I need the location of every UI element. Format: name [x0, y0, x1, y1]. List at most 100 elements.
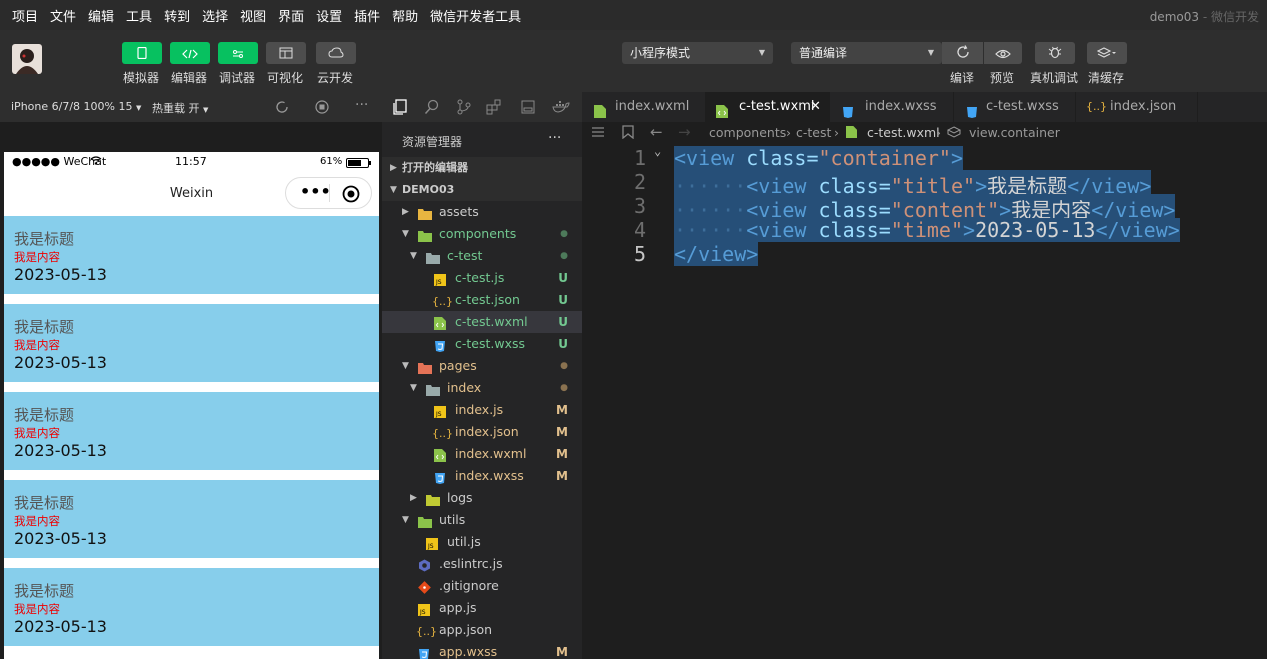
tree-item-app-wxss[interactable]: app.wxss M [382, 641, 582, 659]
tree-item-app-js[interactable]: JS app.js [382, 597, 582, 619]
card-content: 我是内容 [14, 250, 60, 264]
tab-index-json[interactable]: {..} index.json [1076, 92, 1198, 122]
tree-item-components[interactable]: ▼ components ● [382, 223, 582, 245]
chevron-down-icon: ▼ [410, 251, 417, 261]
menu-help[interactable]: 帮助 [386, 6, 424, 25]
menu-interface[interactable]: 界面 [272, 6, 310, 25]
tab-label: index.wxss [865, 99, 937, 114]
line-number: 2 [633, 170, 646, 194]
close-circle-icon[interactable] [342, 185, 360, 207]
tree-item-c-test-js[interactable]: JS c-test.js U [382, 267, 582, 289]
git-branch-icon[interactable] [456, 99, 472, 119]
back-arrow-icon[interactable]: ← [650, 123, 663, 141]
tree-item-assets[interactable]: ▶ assets [382, 201, 582, 223]
menu-goto[interactable]: 转到 [158, 6, 196, 25]
chevron-down-icon: ▼ [927, 48, 934, 57]
tab-c-test-wxss[interactable]: c-test.wxss [954, 92, 1076, 122]
list-icon[interactable] [591, 125, 605, 142]
remote-debug-button[interactable] [1035, 42, 1075, 64]
stop-icon[interactable] [315, 100, 329, 117]
menu-plugins[interactable]: 插件 [348, 6, 386, 25]
more-dots-icon[interactable]: ••• [300, 182, 331, 201]
tree-item-c-test-folder[interactable]: ▼ c-test ● [382, 245, 582, 267]
cloud-dev-button[interactable] [316, 42, 356, 64]
tree-item-label: assets [439, 204, 479, 219]
mode-select[interactable]: 小程序模式 ▼ [622, 42, 773, 64]
tree-item-eslintrc[interactable]: .eslintrc.js [382, 553, 582, 575]
line-number: 1 [633, 146, 646, 170]
avatar[interactable] [12, 44, 42, 74]
compile-button[interactable] [942, 42, 983, 64]
menu-project[interactable]: 项目 [6, 6, 44, 25]
tree-item-index-folder[interactable]: ▼ index ● [382, 377, 582, 399]
tree-item-index-wxml[interactable]: index.wxml M [382, 443, 582, 465]
tree-item-index-wxss[interactable]: index.wxss M [382, 465, 582, 487]
tab-label: c-test.wxss [986, 99, 1059, 114]
chevron-down-icon: ▼ [390, 185, 397, 195]
tree-item-gitignore[interactable]: .gitignore [382, 575, 582, 597]
tree-item-label: utils [439, 512, 466, 527]
simulator-toggle-button[interactable] [122, 42, 162, 64]
tree-item-pages[interactable]: ▼ pages ● [382, 355, 582, 377]
root-folder-section[interactable]: ▼ DEMO03 [382, 179, 582, 201]
menu-tools[interactable]: 工具 [120, 6, 158, 25]
explorer-more-button[interactable]: ··· [548, 130, 561, 146]
clear-cache-button[interactable] [1087, 42, 1127, 64]
fold-chevron-icon[interactable]: ⌄ [654, 144, 661, 158]
preview-button[interactable] [984, 42, 1022, 64]
hot-reload-select[interactable]: 热重载 开 ▼ [152, 100, 208, 116]
debugger-toggle-button[interactable] [218, 42, 258, 64]
files-icon[interactable] [392, 99, 408, 119]
cloud-icon [328, 44, 344, 63]
project-name: demo03 [1149, 10, 1199, 24]
extensions-icon[interactable] [486, 99, 502, 119]
docker-icon[interactable] [552, 99, 570, 119]
device-select[interactable]: iPhone 6/7/8 100% 15 ▼ [11, 100, 141, 113]
line-number: 3 [633, 194, 646, 218]
menu-file[interactable]: 文件 [44, 6, 82, 25]
git-status: M [556, 403, 568, 417]
simulator-label: 模拟器 [123, 71, 160, 85]
tab-index-wxml[interactable]: index.wxml [582, 92, 706, 122]
compile-mode-select[interactable]: 普通编译 ▼ [791, 42, 942, 64]
chevron-down-icon: ▼ [402, 229, 409, 239]
toggle-icon [231, 44, 245, 63]
breadcrumb-item-components[interactable]: components [709, 125, 786, 140]
list-item: 我是标题 我是内容 2023-05-13 [4, 568, 379, 646]
breadcrumb-item-c-test[interactable]: c-test [796, 125, 831, 140]
tree-item-c-test-wxss[interactable]: c-test.wxss U [382, 333, 582, 355]
tree-item-utils[interactable]: ▼ utils [382, 509, 582, 531]
menu-settings[interactable]: 设置 [310, 6, 348, 25]
menu-view[interactable]: 视图 [234, 6, 272, 25]
storage-icon[interactable] [520, 99, 536, 119]
menu-edit[interactable]: 编辑 [82, 6, 120, 25]
tree-item-index-json[interactable]: {..} index.json M [382, 421, 582, 443]
menu-select[interactable]: 选择 [196, 6, 234, 25]
editor-toggle-button[interactable] [170, 42, 210, 64]
tree-item-logs[interactable]: ▶ logs [382, 487, 582, 509]
forward-arrow-icon[interactable]: → [678, 123, 691, 141]
menu-wechat-devtools[interactable]: 微信开发者工具 [424, 6, 527, 25]
tree-item-c-test-json[interactable]: {..} c-test.json U [382, 289, 582, 311]
search-icon[interactable] [424, 99, 440, 119]
visual-toggle-button[interactable] [266, 42, 306, 64]
activity-bar [382, 92, 582, 122]
tree-item-c-test-wxml[interactable]: c-test.wxml U [382, 311, 582, 333]
breadcrumb-item-file[interactable]: c-test.wxml [867, 125, 940, 140]
code-editor[interactable]: 1 2 3 4 5 ⌄ <view class="container"> ···… [582, 144, 1267, 659]
breadcrumb-item-symbol[interactable]: view.container [969, 125, 1060, 140]
phone-icon [137, 44, 147, 63]
editor-tabs: index.wxml c-test.wxml ✕ index.wxss c-te… [582, 92, 1267, 122]
tab-index-wxss[interactable]: index.wxss [830, 92, 954, 122]
open-editors-label: 打开的编辑器 [402, 161, 468, 174]
bookmark-icon[interactable] [622, 125, 634, 142]
tree-item-app-json[interactable]: {..} app.json [382, 619, 582, 641]
tree-item-util-js[interactable]: JS util.js [382, 531, 582, 553]
close-icon[interactable]: ✕ [810, 92, 821, 122]
more-icon[interactable]: ··· [355, 97, 368, 113]
card-title: 我是标题 [14, 582, 75, 600]
tab-c-test-wxml[interactable]: c-test.wxml ✕ [706, 92, 830, 122]
tree-item-index-js[interactable]: JS index.js M [382, 399, 582, 421]
open-editors-section[interactable]: ▶ 打开的编辑器 [382, 157, 582, 179]
rotate-icon[interactable] [275, 100, 289, 117]
